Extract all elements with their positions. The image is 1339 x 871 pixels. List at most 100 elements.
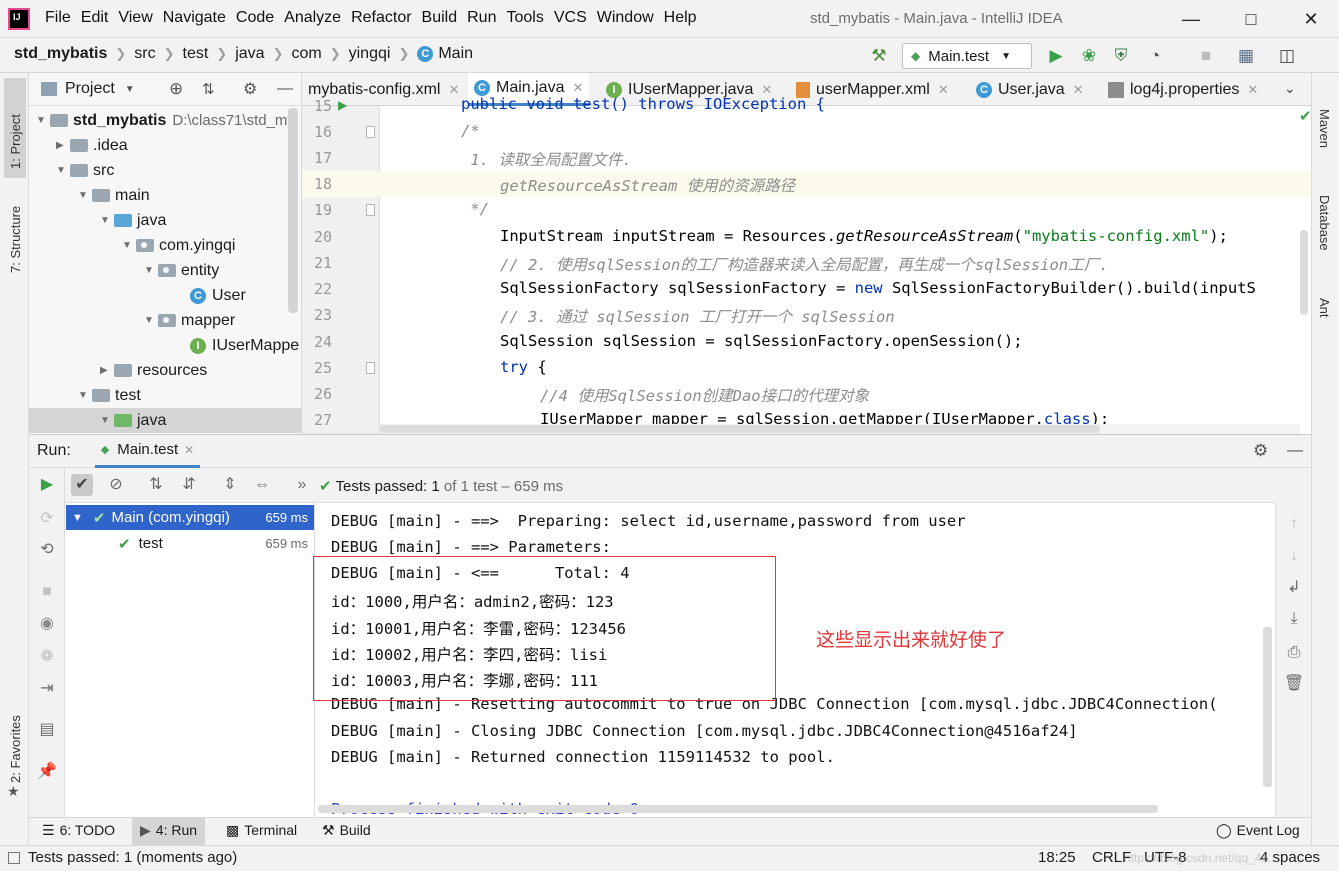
breadcrumb-com[interactable]: com [291, 45, 321, 63]
pin-icon[interactable]: 📌 [36, 761, 58, 783]
menu-build[interactable]: Build [422, 9, 466, 27]
hide-icon[interactable]: — [1287, 442, 1303, 460]
debug-icon[interactable]: ❀ [1078, 45, 1100, 67]
tree-item-src[interactable]: ▼ src [56, 158, 114, 183]
console-vscrollbar[interactable] [1263, 627, 1272, 787]
menu-window[interactable]: Window [597, 9, 662, 27]
camera-icon[interactable]: ◉ [36, 613, 58, 635]
close-icon[interactable]: ✕ [1296, 6, 1326, 32]
fold-icon[interactable] [366, 126, 375, 138]
tree-item-entity[interactable]: ▼ entity [144, 258, 219, 283]
toggle-auto-test-icon[interactable]: ⟲ [36, 539, 58, 561]
chevron-down-icon[interactable]: ▼ [125, 84, 135, 95]
stop-icon[interactable]: ■ [36, 581, 58, 603]
fold-icon[interactable] [366, 362, 375, 374]
menu-refactor[interactable]: Refactor [351, 9, 419, 27]
tab-maven[interactable]: Maven [1317, 109, 1332, 148]
scroll-to-end-icon[interactable]: ⤓ [1283, 608, 1305, 630]
breadcrumb-project[interactable]: std_mybatis [14, 45, 107, 63]
close-icon[interactable]: ✕ [938, 82, 949, 98]
minimize-icon[interactable]: — [1176, 6, 1206, 32]
console-hscrollbar[interactable] [318, 805, 1158, 813]
arrow-up-icon[interactable]: ↑ [1283, 513, 1305, 535]
rerun-icon[interactable]: ▶ [36, 474, 58, 496]
chevron-down-icon[interactable]: ⌄ [1284, 80, 1296, 97]
menu-edit[interactable]: Edit [81, 9, 117, 27]
menu-file[interactable]: File [45, 9, 79, 27]
locate-icon[interactable]: ⊕ [169, 79, 183, 99]
presentation-icon[interactable]: ◫ [1276, 45, 1298, 67]
sort-duration-icon[interactable]: ⇵ [178, 474, 200, 496]
menu-tools[interactable]: Tools [506, 9, 551, 27]
close-icon[interactable]: ✕ [1073, 82, 1084, 98]
tree-item-mapper[interactable]: ▼ mapper [144, 308, 235, 333]
tab-structure[interactable]: 7: Structure [8, 206, 23, 273]
project-structure-icon[interactable]: ▦ [1235, 45, 1257, 67]
rerun-failed-icon[interactable]: ⟳ [36, 508, 58, 530]
menu-vcs[interactable]: VCS [554, 9, 595, 27]
soft-wrap-icon[interactable]: ↲ [1283, 577, 1305, 599]
tab-main-test[interactable]: ◆ Main.test ✕ [94, 434, 201, 468]
print-icon[interactable]: ⎙ [1283, 642, 1305, 664]
close-icon[interactable]: ✕ [448, 82, 459, 98]
test-tree-item-main[interactable]: ▼ ✔ Main (com.yingqi) 659 ms [66, 505, 314, 530]
breadcrumb-main[interactable]: Main [438, 45, 473, 63]
settings-icon[interactable]: ❁ [36, 646, 58, 668]
gear-icon[interactable]: ⚙ [243, 79, 257, 99]
arrow-down-icon[interactable]: ↓ [1283, 545, 1305, 567]
show-passed-icon[interactable]: ✔ [71, 474, 93, 496]
coverage-icon[interactable]: ⛨ [1110, 45, 1132, 67]
layout-icon[interactable]: ▤ [36, 719, 58, 741]
exit-icon[interactable]: ⇥ [36, 678, 58, 700]
show-ignored-icon[interactable]: ⊘ [105, 474, 127, 496]
breadcrumb-src[interactable]: src [134, 45, 155, 63]
stop-icon[interactable]: ■ [1195, 45, 1217, 67]
breadcrumb-test[interactable]: test [183, 45, 209, 63]
test-tree-item-test[interactable]: ✔ test 659 ms [66, 531, 314, 556]
tree-item-test[interactable]: ▼ test [78, 383, 141, 408]
toolwindow-todo[interactable]: ☰ 6: TODO [42, 822, 115, 839]
caret-position[interactable]: 18:25 [1038, 849, 1076, 866]
collapse-all-icon[interactable]: ⇅ [202, 80, 215, 98]
tree-item-iusermapper[interactable]: I IUserMappe [190, 333, 299, 358]
maximize-icon[interactable]: □ [1236, 6, 1266, 32]
editor-hscrollbar[interactable] [380, 425, 1100, 433]
collapse-all-icon[interactable]: ⇔ [251, 474, 273, 496]
run-icon[interactable]: ▶ [1045, 45, 1067, 67]
expand-all-icon[interactable]: ⇕ [219, 474, 241, 496]
tree-item-resources[interactable]: ▶ resources [100, 358, 207, 383]
tab-log4j-properties[interactable]: log4j.properties ✕ [1102, 73, 1264, 106]
menu-run[interactable]: Run [467, 9, 504, 27]
fold-icon[interactable] [366, 204, 375, 216]
toolwindow-run[interactable]: ▶ 4: Run [132, 817, 206, 845]
tree-item-main-java[interactable]: ▼ java [100, 208, 166, 233]
run-gutter-icon[interactable]: ▶ [338, 98, 347, 112]
tree-item-user-class[interactable]: C User [190, 283, 246, 308]
tab-database[interactable]: Database [1317, 195, 1332, 251]
project-scrollbar[interactable] [288, 108, 298, 313]
toolwindow-event-log[interactable]: ◯ Event Log [1216, 822, 1300, 839]
tree-item-main[interactable]: ▼ main [78, 183, 150, 208]
close-icon[interactable]: ✕ [1247, 82, 1258, 98]
breadcrumb-yingqi[interactable]: yingqi [349, 45, 391, 63]
hide-icon[interactable]: — [277, 80, 293, 98]
project-panel-title[interactable]: Project [65, 80, 115, 98]
breadcrumb-java[interactable]: java [235, 45, 264, 63]
close-icon[interactable]: ✕ [184, 443, 194, 457]
menu-help[interactable]: Help [664, 9, 705, 27]
more-icon[interactable]: » [291, 474, 313, 496]
gear-icon[interactable]: ⚙ [1253, 441, 1268, 461]
build-hammer-icon[interactable]: ⚒ [868, 45, 890, 67]
run-configuration-select[interactable]: ◆ Main.test ▼ [902, 43, 1032, 69]
tree-item-idea[interactable]: ▶ .idea [56, 133, 128, 158]
trash-icon[interactable]: 🗑 [1283, 673, 1305, 695]
tree-item-project-root[interactable]: ▼ std_mybatis D:\class71\std_my [36, 108, 295, 133]
tab-ant[interactable]: Ant [1317, 298, 1332, 318]
menu-view[interactable]: View [118, 9, 160, 27]
tree-item-package-com-yingqi[interactable]: ▼ com.yingqi [122, 233, 235, 258]
menu-analyze[interactable]: Analyze [284, 9, 349, 27]
editor-scrollbar[interactable] [1300, 230, 1308, 315]
tab-favorites[interactable]: 2: Favorites [8, 715, 23, 783]
sort-alpha-icon[interactable]: ⇅ [145, 474, 167, 496]
toolwindow-build[interactable]: ⚒ Build [322, 822, 371, 839]
